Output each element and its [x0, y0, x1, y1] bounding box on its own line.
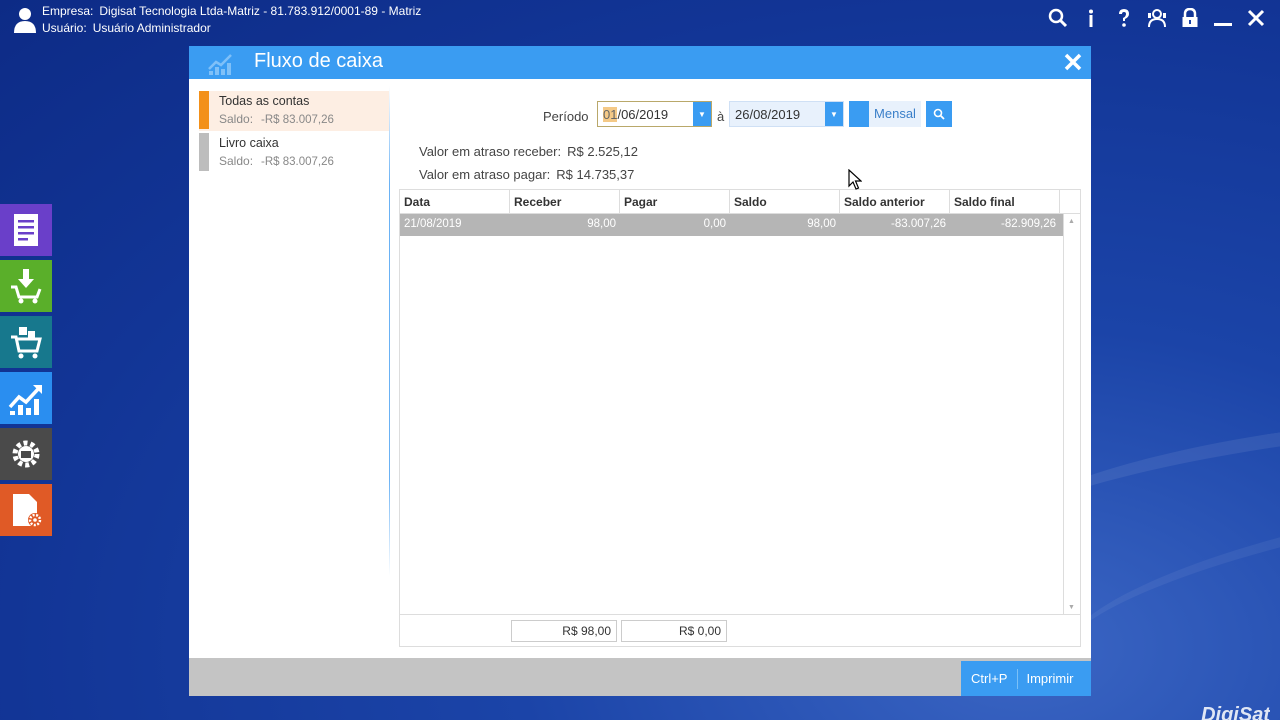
file-settings-icon — [13, 494, 42, 527]
mode-button[interactable]: Mensal — [869, 101, 921, 127]
period-label: Período — [543, 109, 589, 124]
print-shortcut: Ctrl+P — [961, 668, 1019, 689]
user-icon — [14, 8, 36, 33]
cash-flow-table: Data Receber Pagar Saldo Saldo anterior … — [399, 189, 1081, 615]
dialog-header: Fluxo de caixa — [189, 46, 1091, 79]
end-date-value[interactable]: 26/08/2019 — [730, 107, 825, 122]
close-icon[interactable] — [1061, 50, 1085, 74]
start-date-value[interactable]: 01/06/2019 — [598, 106, 693, 122]
search-button[interactable] — [926, 101, 952, 127]
start-date-field[interactable]: 01/06/2019 ▼ — [597, 101, 712, 127]
print-button[interactable]: Ctrl+P Imprimir — [961, 661, 1091, 696]
cash-flow-dialog: Fluxo de caixa Todas as contas Saldo: -R$… — [189, 46, 1091, 696]
chevron-down-icon[interactable]: ▼ — [693, 102, 711, 126]
total-receber: R$ 98,00 — [511, 620, 617, 642]
cart-boxes-icon — [11, 327, 42, 359]
chevron-down-icon[interactable]: ▼ — [825, 102, 843, 126]
table-header: Data Receber Pagar Saldo Saldo anterior … — [400, 190, 1080, 214]
table-cell: -82.909,26 — [1001, 218, 1056, 230]
table-cell: 98,00 — [587, 218, 616, 230]
account-indicator — [199, 133, 209, 171]
account-item-todas[interactable]: Todas as contas Saldo: -R$ 83.007,26 — [199, 91, 389, 131]
table-cell: 21/08/2019 — [404, 218, 462, 230]
print-label: Imprimir — [1026, 671, 1074, 686]
search-icon — [933, 108, 945, 120]
account-indicator — [199, 91, 209, 129]
scroll-up-icon[interactable]: ▲ — [1068, 218, 1075, 225]
totals-row: R$ 98,00 R$ 0,00 — [399, 615, 1081, 647]
account-list: Todas as contas Saldo: -R$ 83.007,26 Livr… — [199, 91, 389, 175]
late-pay: Valor em atraso pagar: R$ 14.735,37 — [419, 167, 635, 182]
dock-finance[interactable] — [0, 372, 52, 424]
table-row[interactable]: 21/08/2019 98,00 0,00 98,00 -83.007,26 -… — [400, 214, 1063, 236]
column-header[interactable]: Data — [400, 190, 510, 213]
company-value: Digisat Tecnologia Ltda-Matriz - 81.783.… — [99, 4, 422, 18]
support-icon[interactable] — [1140, 4, 1173, 32]
gear-icon — [12, 440, 40, 468]
dialog-footer: Ctrl+P Imprimir — [189, 658, 1091, 696]
user-value: Usuário Administrador — [92, 21, 211, 35]
info-icon[interactable] — [1074, 4, 1107, 32]
column-header[interactable]: Receber — [510, 190, 620, 213]
document-icon — [14, 214, 38, 246]
table-cell: 98,00 — [807, 218, 836, 230]
lock-icon[interactable] — [1173, 4, 1206, 32]
column-header[interactable]: Pagar — [620, 190, 730, 213]
mode-toggle[interactable] — [849, 101, 869, 127]
search-icon[interactable] — [1041, 4, 1074, 32]
total-pagar: R$ 0,00 — [621, 620, 727, 642]
account-name: Livro caixa — [219, 136, 279, 150]
scroll-down-icon[interactable]: ▼ — [1068, 604, 1075, 611]
account-balance: Saldo: -R$ 83.007,26 — [219, 154, 334, 168]
company-info: Empresa: Digisat Tecnologia Ltda-Matriz -… — [42, 4, 421, 18]
user-label: Usuário: — [42, 21, 87, 35]
account-name: Todas as contas — [219, 94, 310, 108]
side-dock — [0, 204, 52, 540]
end-date-field[interactable]: 26/08/2019 ▼ — [729, 101, 844, 127]
user-info: Usuário: Usuário Administrador — [42, 21, 211, 35]
brand-logo: DigiSat — [1201, 704, 1270, 720]
mouse-cursor-icon — [848, 169, 862, 190]
help-icon[interactable] — [1107, 4, 1140, 32]
dock-purchases[interactable] — [0, 260, 52, 312]
column-header[interactable]: Saldo anterior — [840, 190, 950, 213]
company-label: Empresa: — [42, 4, 94, 18]
account-balance: Saldo: -R$ 83.007,26 — [219, 112, 334, 126]
dock-sales[interactable] — [0, 316, 52, 368]
column-header[interactable]: Saldo — [730, 190, 840, 213]
cart-download-icon — [11, 269, 42, 304]
account-item-livro-caixa[interactable]: Livro caixa Saldo: -R$ 83.007,26 — [199, 133, 389, 173]
top-bar: Empresa: Digisat Tecnologia Ltda-Matriz -… — [0, 0, 1280, 40]
dock-settings[interactable] — [0, 428, 52, 480]
chart-up-icon — [8, 385, 42, 415]
table-cell: -83.007,26 — [891, 218, 946, 230]
minimize-icon[interactable] — [1206, 4, 1239, 32]
dock-reports[interactable] — [0, 484, 52, 536]
table-cell: 0,00 — [703, 218, 726, 230]
column-header[interactable]: Saldo final — [950, 190, 1060, 213]
late-receive: Valor em atraso receber: R$ 2.525,12 — [419, 144, 638, 159]
chart-up-icon — [208, 54, 232, 75]
period-separator: à — [717, 109, 725, 124]
close-icon[interactable] — [1239, 4, 1272, 32]
dock-documents[interactable] — [0, 204, 52, 256]
vertical-scrollbar[interactable]: ▲ ▼ — [1063, 214, 1080, 615]
top-toolbar — [1041, 4, 1272, 32]
dialog-title: Fluxo de caixa — [254, 50, 383, 72]
divider — [389, 86, 390, 576]
